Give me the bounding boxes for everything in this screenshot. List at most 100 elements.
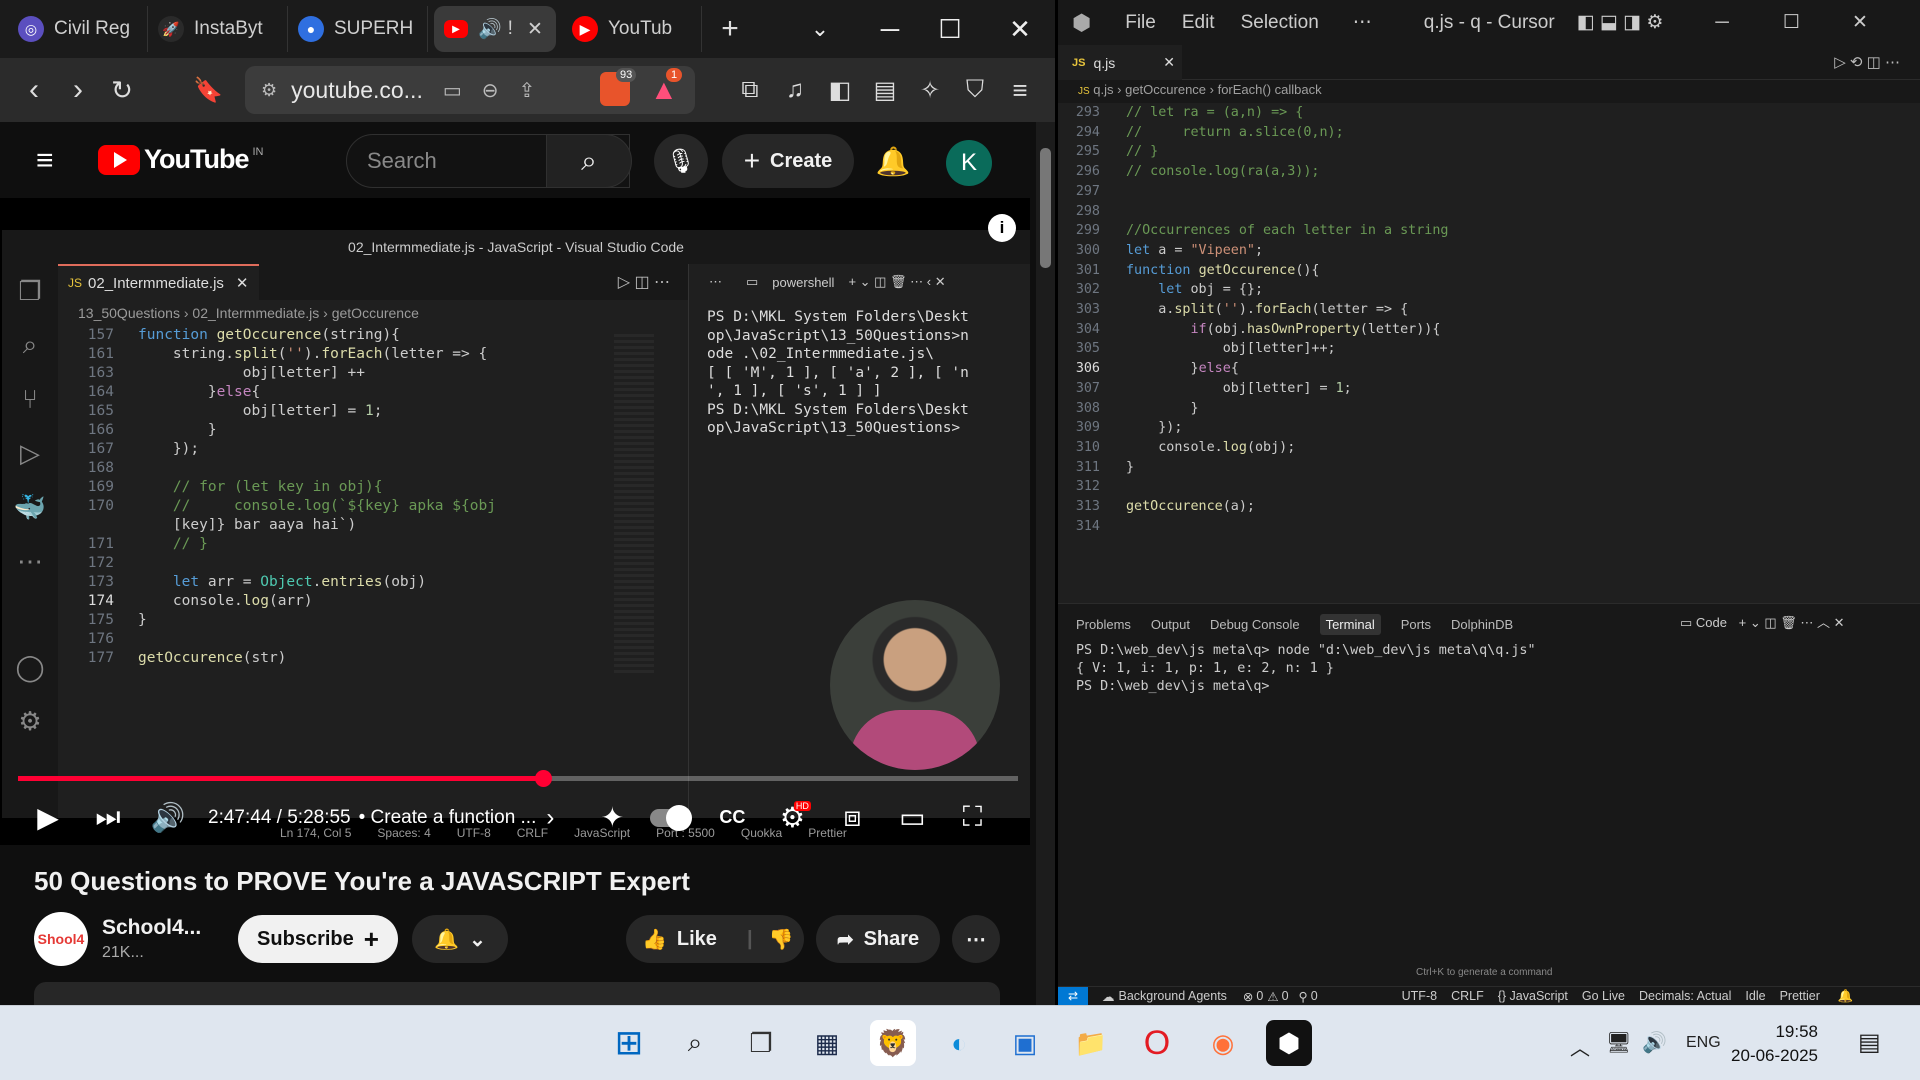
code-line[interactable]: 303 a.split('').forEach(letter => { bbox=[1058, 300, 1408, 320]
edge-icon[interactable]: ◐ bbox=[936, 1020, 982, 1066]
fullscreen-icon[interactable]: ⛶ bbox=[942, 793, 1002, 843]
code-line[interactable]: 308 } bbox=[1058, 399, 1199, 419]
search-button[interactable]: ⌕ bbox=[546, 134, 632, 188]
channel-avatar[interactable]: Shool4 bbox=[34, 912, 88, 966]
close-icon[interactable]: ✕ bbox=[1163, 54, 1175, 71]
menu-edit[interactable]: Edit bbox=[1182, 12, 1215, 34]
forward-button[interactable]: › bbox=[56, 68, 100, 112]
browser-tab-1[interactable]: ◎ Civil Reg bbox=[8, 6, 148, 52]
cast-icon[interactable]: ▭ bbox=[443, 78, 462, 103]
music-icon[interactable]: ♫ bbox=[773, 68, 817, 112]
code-line[interactable]: 299 //Occurrences of each letter in a str… bbox=[1058, 221, 1449, 241]
code-line[interactable]: 312 bbox=[1058, 477, 1126, 497]
play-button[interactable]: ▶ bbox=[18, 793, 78, 843]
notification-dropdown[interactable]: 🔔 ⌄ bbox=[412, 915, 508, 963]
scrollbar-thumb[interactable] bbox=[1040, 148, 1051, 268]
menu-file[interactable]: File bbox=[1125, 12, 1156, 34]
browser-tab-3[interactable]: ● SUPERH bbox=[288, 6, 428, 52]
editor-tab[interactable]: JS q.js ✕ bbox=[1058, 45, 1182, 80]
code-line[interactable]: 309 }); bbox=[1058, 418, 1183, 438]
extensions-icon[interactable]: ⧉ bbox=[728, 68, 772, 112]
back-button[interactable]: ‹ bbox=[12, 68, 56, 112]
browser-tab-2[interactable]: 🚀 InstaByt bbox=[148, 6, 288, 52]
leo-ai-icon[interactable]: ✧ bbox=[908, 68, 952, 112]
decimals-mode[interactable]: Decimals: Actual bbox=[1639, 989, 1731, 1003]
language-mode[interactable]: {} JavaScript bbox=[1498, 989, 1568, 1003]
network-icon[interactable]: 🖥 bbox=[1606, 1030, 1631, 1055]
input-language[interactable]: ENG bbox=[1686, 1034, 1721, 1052]
settings-gear-icon[interactable]: ⚙ HD bbox=[762, 793, 822, 843]
site-settings-icon[interactable]: ⚙ bbox=[261, 80, 277, 101]
tab-problems[interactable]: Problems bbox=[1076, 617, 1131, 632]
file-explorer-icon[interactable]: 📁 bbox=[1068, 1020, 1114, 1066]
code-line[interactable]: 306 }else{ bbox=[1058, 359, 1239, 379]
vpn-icon[interactable]: ⛉ bbox=[953, 68, 997, 112]
youtube-logo[interactable]: YouTube IN bbox=[98, 144, 263, 175]
video-player[interactable]: 02_Intermmediate.js - JavaScript - Visua… bbox=[0, 198, 1030, 845]
dislike-icon[interactable]: 👎 bbox=[769, 927, 794, 952]
opera-icon[interactable]: O bbox=[1134, 1020, 1180, 1066]
wallet-icon[interactable]: ▤ bbox=[863, 68, 907, 112]
idle-status[interactable]: Idle bbox=[1745, 989, 1765, 1003]
autoplay-toggle[interactable] bbox=[642, 793, 696, 843]
chapter-chevron-icon[interactable]: › bbox=[546, 804, 554, 832]
code-line[interactable]: 295 // } bbox=[1058, 142, 1158, 162]
crumb-function[interactable]: getOccurence bbox=[1125, 82, 1206, 97]
code-line[interactable]: 313 getOccurence(a); bbox=[1058, 497, 1255, 517]
page-scrollbar[interactable] bbox=[1036, 122, 1055, 1005]
background-agents[interactable]: Background Agents bbox=[1119, 989, 1227, 1003]
theater-mode-icon[interactable]: ▭ bbox=[882, 793, 942, 843]
like-icon[interactable]: 👍 bbox=[642, 927, 667, 952]
editor-actions-icons[interactable]: ▷ ⟲ ◫ ⋯ bbox=[1834, 53, 1900, 71]
chapter-title[interactable]: • Create a function ... bbox=[359, 807, 537, 829]
layout-toggle-icons[interactable]: ◧ ⬓ ◨ ⚙ bbox=[1577, 11, 1664, 34]
code-line[interactable]: 310 console.log(obj); bbox=[1058, 438, 1296, 458]
code-line[interactable]: 298 bbox=[1058, 202, 1126, 222]
error-count[interactable]: 0 bbox=[1256, 989, 1263, 1003]
code-line[interactable]: 314 bbox=[1058, 517, 1126, 537]
browser-tab-5[interactable]: ▶ YouTub bbox=[562, 6, 702, 52]
browser-tab-active[interactable]: ▶ 🔊 ! ✕ bbox=[434, 6, 556, 52]
terminal-instance-label[interactable]: Code bbox=[1696, 615, 1727, 630]
maximize-button[interactable]: ☐ bbox=[915, 0, 985, 58]
code-line[interactable]: 307 obj[letter] = 1; bbox=[1058, 379, 1352, 399]
crumb-callback[interactable]: forEach() callback bbox=[1218, 82, 1322, 97]
tab-debug-console[interactable]: Debug Console bbox=[1210, 617, 1300, 632]
go-live[interactable]: Go Live bbox=[1582, 989, 1625, 1003]
close-window-button[interactable]: ✕ bbox=[1852, 11, 1868, 34]
speaker-icon[interactable]: 🔊 bbox=[478, 17, 502, 41]
hamburger-menu-icon[interactable]: ≡ bbox=[36, 144, 54, 178]
close-tab-icon[interactable]: ✕ bbox=[527, 18, 543, 41]
notification-center-icon[interactable]: ▤ bbox=[1858, 1028, 1881, 1057]
zoom-icon[interactable]: ⊖ bbox=[482, 78, 499, 103]
account-avatar[interactable]: K bbox=[946, 140, 992, 186]
cursor-app-icon[interactable]: ⬢ bbox=[1266, 1020, 1312, 1066]
volume-icon[interactable]: 🔊 bbox=[1642, 1030, 1667, 1055]
warning-count[interactable]: 0 bbox=[1282, 989, 1289, 1003]
more-actions-button[interactable]: ⋯ bbox=[952, 915, 1000, 963]
prettier-status[interactable]: Prettier bbox=[1780, 989, 1820, 1003]
tab-output[interactable]: Output bbox=[1151, 617, 1190, 632]
system-clock[interactable]: 19:58 20-06-2025 bbox=[1728, 1020, 1818, 1068]
volume-icon[interactable]: 🔊 bbox=[138, 793, 198, 843]
show-hidden-icons-chevron[interactable]: ︿ bbox=[1570, 1032, 1590, 1061]
code-line[interactable]: 297 bbox=[1058, 182, 1126, 202]
code-line[interactable]: 293 // let ra = (a,n) => { bbox=[1058, 103, 1304, 123]
share-icon[interactable]: ⇪ bbox=[519, 78, 536, 103]
subscribe-button[interactable]: Subscribe + bbox=[238, 915, 398, 963]
notification-bell-icon[interactable]: 🔔 bbox=[1838, 989, 1854, 1004]
code-line[interactable]: 294 // return a.slice(0,n); bbox=[1058, 123, 1344, 143]
tab-dolphindb[interactable]: DolphinDB bbox=[1451, 617, 1513, 632]
progress-bar[interactable] bbox=[18, 770, 1018, 787]
voice-search-button[interactable]: 🎙 bbox=[654, 134, 708, 188]
firefox-icon[interactable]: ◉ bbox=[1200, 1020, 1246, 1066]
tab-ports[interactable]: Ports bbox=[1401, 617, 1431, 632]
sidebar-icon[interactable]: ◧ bbox=[818, 68, 862, 112]
share-button[interactable]: ➦ Share bbox=[816, 915, 940, 963]
store-icon[interactable]: ▣ bbox=[1002, 1020, 1048, 1066]
code-line[interactable]: 302 let obj = {}; bbox=[1058, 280, 1263, 300]
close-window-button[interactable]: ✕ bbox=[985, 0, 1055, 58]
captions-icon[interactable]: CC bbox=[702, 793, 762, 843]
description-box[interactable] bbox=[34, 982, 1000, 1005]
ports-count[interactable]: 0 bbox=[1311, 989, 1318, 1003]
